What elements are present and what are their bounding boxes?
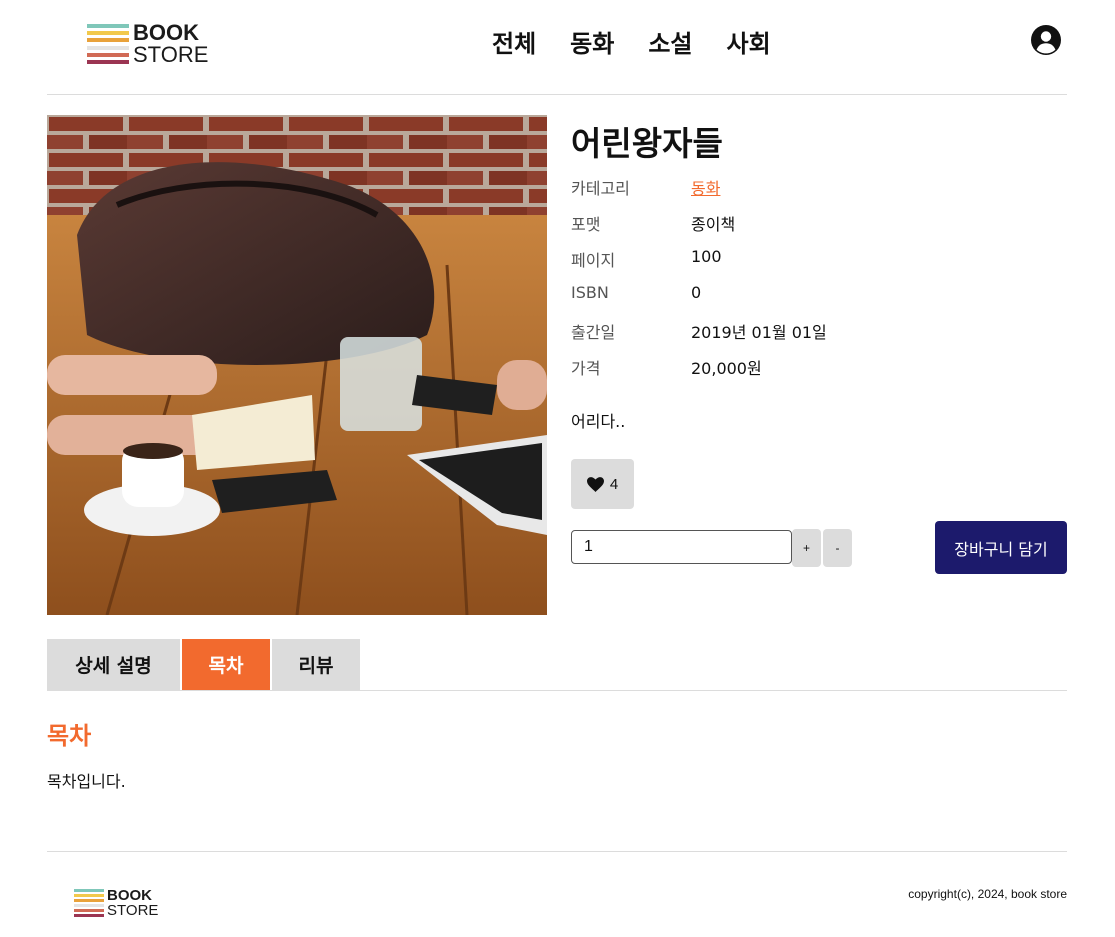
user-account-icon[interactable] — [1030, 24, 1062, 56]
tab-description[interactable]: 상세 설명 — [47, 639, 180, 690]
nav-item-society[interactable]: 사회 — [727, 24, 771, 59]
logo[interactable]: BOOK STORE — [87, 22, 208, 66]
section-title: 목차 — [47, 722, 92, 750]
book-summary: 어리다.. — [571, 412, 626, 431]
logo-icon — [87, 24, 129, 64]
book-cover-image — [47, 115, 547, 615]
logo-icon — [74, 889, 104, 917]
detail-label: 가격 — [571, 359, 601, 378]
site-footer: BOOK STORE copyright(c), 2024, book stor… — [47, 851, 1067, 937]
nav-item-novel[interactable]: 소설 — [648, 24, 692, 59]
detail-label: 포맷 — [571, 215, 601, 234]
footer-logo[interactable]: BOOK STORE — [74, 888, 158, 918]
book-info: 어린왕자들 카테고리 동화 포맷 종이책 페이지 100 ISBN 0 출간일 … — [571, 115, 1067, 574]
copyright-text: copyright(c), 2024, book store — [908, 887, 1067, 901]
detail-value: 20,000원 — [691, 359, 762, 378]
detail-label: ISBN — [571, 283, 609, 302]
logo-text-line1: BOOK — [133, 20, 199, 45]
quantity-input[interactable] — [571, 530, 792, 564]
detail-value: 100 — [691, 247, 722, 266]
detail-label: 출간일 — [571, 323, 616, 342]
heart-icon — [586, 476, 604, 492]
section-body: 목차입니다. — [47, 772, 126, 791]
tab-table-of-contents[interactable]: 목차 — [182, 639, 270, 690]
quantity-increase-button[interactable]: + — [792, 529, 821, 567]
category-link[interactable]: 동화 — [691, 175, 720, 199]
nav-item-all[interactable]: 전체 — [492, 24, 536, 59]
tab-reviews[interactable]: 리뷰 — [272, 639, 360, 690]
book-title: 어린왕자들 — [571, 124, 723, 163]
logo-text-line2: STORE — [107, 902, 159, 919]
detail-value: 2019년 01월 01일 — [691, 323, 827, 342]
like-count: 4 — [609, 475, 619, 493]
nav-item-fairy-tale[interactable]: 동화 — [570, 24, 614, 59]
add-to-cart-button[interactable]: 장바구니 담기 — [935, 521, 1067, 574]
detail-label: 페이지 — [571, 251, 616, 270]
logo-text-line2: STORE — [133, 42, 209, 67]
detail-value: 종이책 — [691, 215, 736, 234]
site-header: BOOK STORE 전체 동화 소설 사회 — [47, 0, 1067, 95]
detail-tabs: 상세 설명 목차 리뷰 — [47, 639, 1067, 691]
quantity-decrease-button[interactable]: - — [823, 529, 852, 567]
like-button[interactable]: 4 — [571, 459, 634, 509]
detail-label: 카테고리 — [571, 179, 630, 198]
category-nav: 전체 동화 소설 사회 — [492, 24, 771, 59]
detail-value: 0 — [691, 283, 702, 302]
logo-text-line1: BOOK — [107, 887, 152, 904]
